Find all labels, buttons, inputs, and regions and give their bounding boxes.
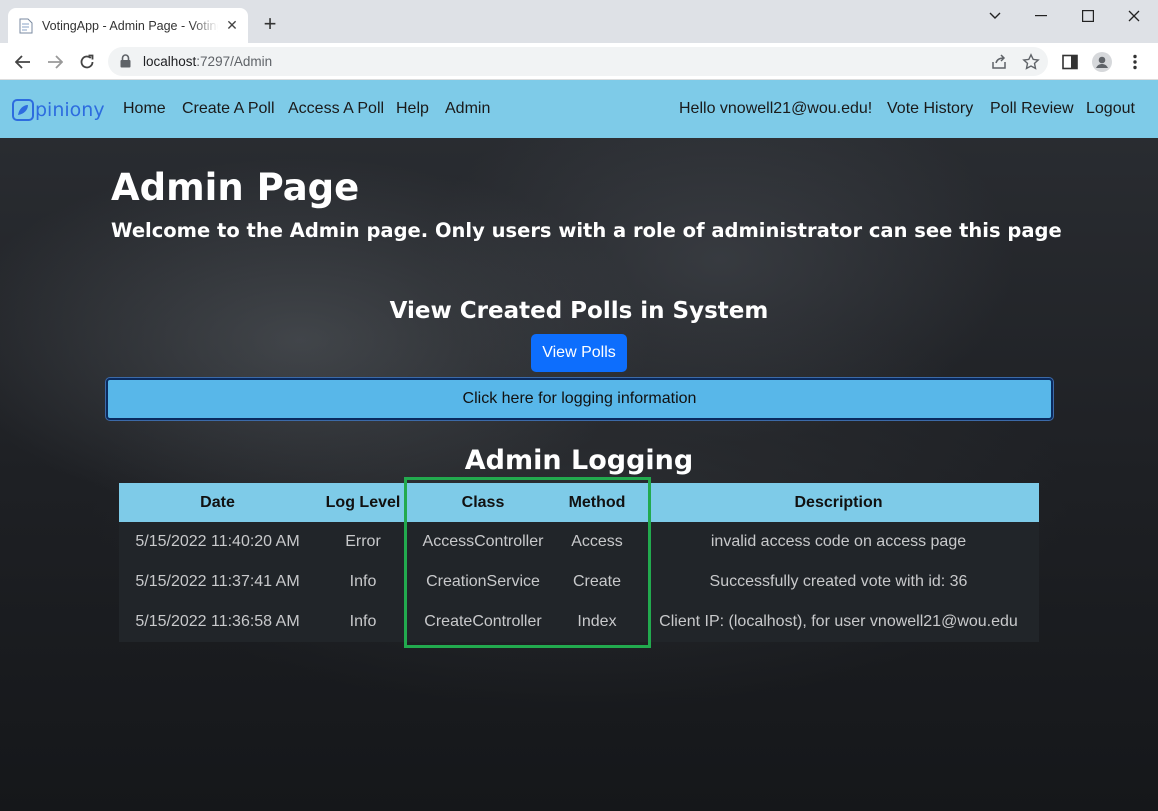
header-description: Description xyxy=(638,483,1039,522)
table-header-row: Date Log Level Class Method Description xyxy=(119,483,1039,522)
forward-icon[interactable] xyxy=(42,49,68,75)
table-row: 5/15/2022 11:36:58 AM Info CreateControl… xyxy=(119,602,1039,642)
header-date: Date xyxy=(119,483,316,522)
cell-class: AccessController xyxy=(410,522,556,562)
cell-method: Create xyxy=(556,562,638,602)
page-content: piniony Home Create A Poll Access A Poll… xyxy=(0,80,1158,811)
header-log-level: Log Level xyxy=(316,483,410,522)
minimize-icon[interactable] xyxy=(1018,0,1064,32)
nav-admin[interactable]: Admin xyxy=(445,100,490,118)
page-title: Admin Page xyxy=(111,166,360,209)
bookmark-star-icon[interactable] xyxy=(1022,53,1040,71)
maximize-icon[interactable] xyxy=(1065,0,1111,32)
header-method: Method xyxy=(556,483,638,522)
more-menu-icon[interactable] xyxy=(1125,52,1145,72)
lock-icon xyxy=(120,54,131,73)
cell-log-level: Info xyxy=(316,562,410,602)
side-panel-icon[interactable] xyxy=(1060,52,1080,72)
cell-class: CreationService xyxy=(410,562,556,602)
browser-toolbar: localhost:7297/Admin xyxy=(0,43,1158,80)
feather-icon xyxy=(12,99,34,121)
table-row: 5/15/2022 11:37:41 AM Info CreationServi… xyxy=(119,562,1039,602)
page-lead: Welcome to the Admin page. Only users wi… xyxy=(111,219,1062,242)
tab-title: VotingApp - Admin Page - Voting xyxy=(42,18,218,33)
cell-log-level: Error xyxy=(316,522,410,562)
nav-create-poll[interactable]: Create A Poll xyxy=(182,100,275,118)
chevron-down-icon[interactable] xyxy=(972,0,1018,32)
browser-tab[interactable]: VotingApp - Admin Page - Voting ✕ xyxy=(8,8,248,43)
address-bar[interactable]: localhost:7297/Admin xyxy=(108,47,1048,76)
profile-avatar-icon[interactable] xyxy=(1092,52,1112,72)
url-text: localhost:7297/Admin xyxy=(143,54,273,69)
nav-poll-review[interactable]: Poll Review xyxy=(990,100,1074,118)
reload-icon[interactable] xyxy=(74,49,100,75)
share-icon[interactable] xyxy=(990,53,1008,71)
close-tab-icon[interactable]: ✕ xyxy=(224,17,240,33)
cell-log-level: Info xyxy=(316,602,410,642)
nav-logout[interactable]: Logout xyxy=(1086,100,1135,118)
nav-access-poll[interactable]: Access A Poll xyxy=(288,100,384,118)
user-greeting: Hello vnowell21@wou.edu! xyxy=(679,100,873,117)
nav-home[interactable]: Home xyxy=(123,100,166,118)
page-icon xyxy=(18,18,34,34)
logging-heading: Admin Logging xyxy=(464,445,694,476)
site-navbar: piniony Home Create A Poll Access A Poll… xyxy=(0,80,1158,138)
polls-heading: View Created Polls in System xyxy=(389,298,769,324)
back-icon[interactable] xyxy=(10,49,36,75)
close-window-icon[interactable] xyxy=(1111,0,1157,32)
header-class: Class xyxy=(410,483,556,522)
cell-description: invalid access code on access page xyxy=(638,522,1039,562)
cell-description: Client IP: (localhost), for user vnowell… xyxy=(638,602,1039,642)
log-table: Date Log Level Class Method Description … xyxy=(119,483,1039,642)
cell-date: 5/15/2022 11:37:41 AM xyxy=(119,562,316,602)
cell-class: CreateController xyxy=(410,602,556,642)
cell-method: Index xyxy=(556,602,638,642)
nav-vote-history[interactable]: Vote History xyxy=(887,100,973,118)
cell-date: 5/15/2022 11:40:20 AM xyxy=(119,522,316,562)
cell-method: Access xyxy=(556,522,638,562)
brand-logo[interactable]: piniony xyxy=(12,99,105,121)
browser-tab-bar: VotingApp - Admin Page - Voting ✕ + xyxy=(0,0,1158,43)
new-tab-icon[interactable]: + xyxy=(258,12,282,36)
view-polls-button[interactable]: View Polls xyxy=(531,334,627,372)
cell-date: 5/15/2022 11:36:58 AM xyxy=(119,602,316,642)
logging-info-button[interactable]: Click here for logging information xyxy=(106,378,1053,420)
cell-description: Successfully created vote with id: 36 xyxy=(638,562,1039,602)
table-row: 5/15/2022 11:40:20 AM Error AccessContro… xyxy=(119,522,1039,562)
nav-help[interactable]: Help xyxy=(396,100,429,118)
brand-name: piniony xyxy=(35,99,105,121)
